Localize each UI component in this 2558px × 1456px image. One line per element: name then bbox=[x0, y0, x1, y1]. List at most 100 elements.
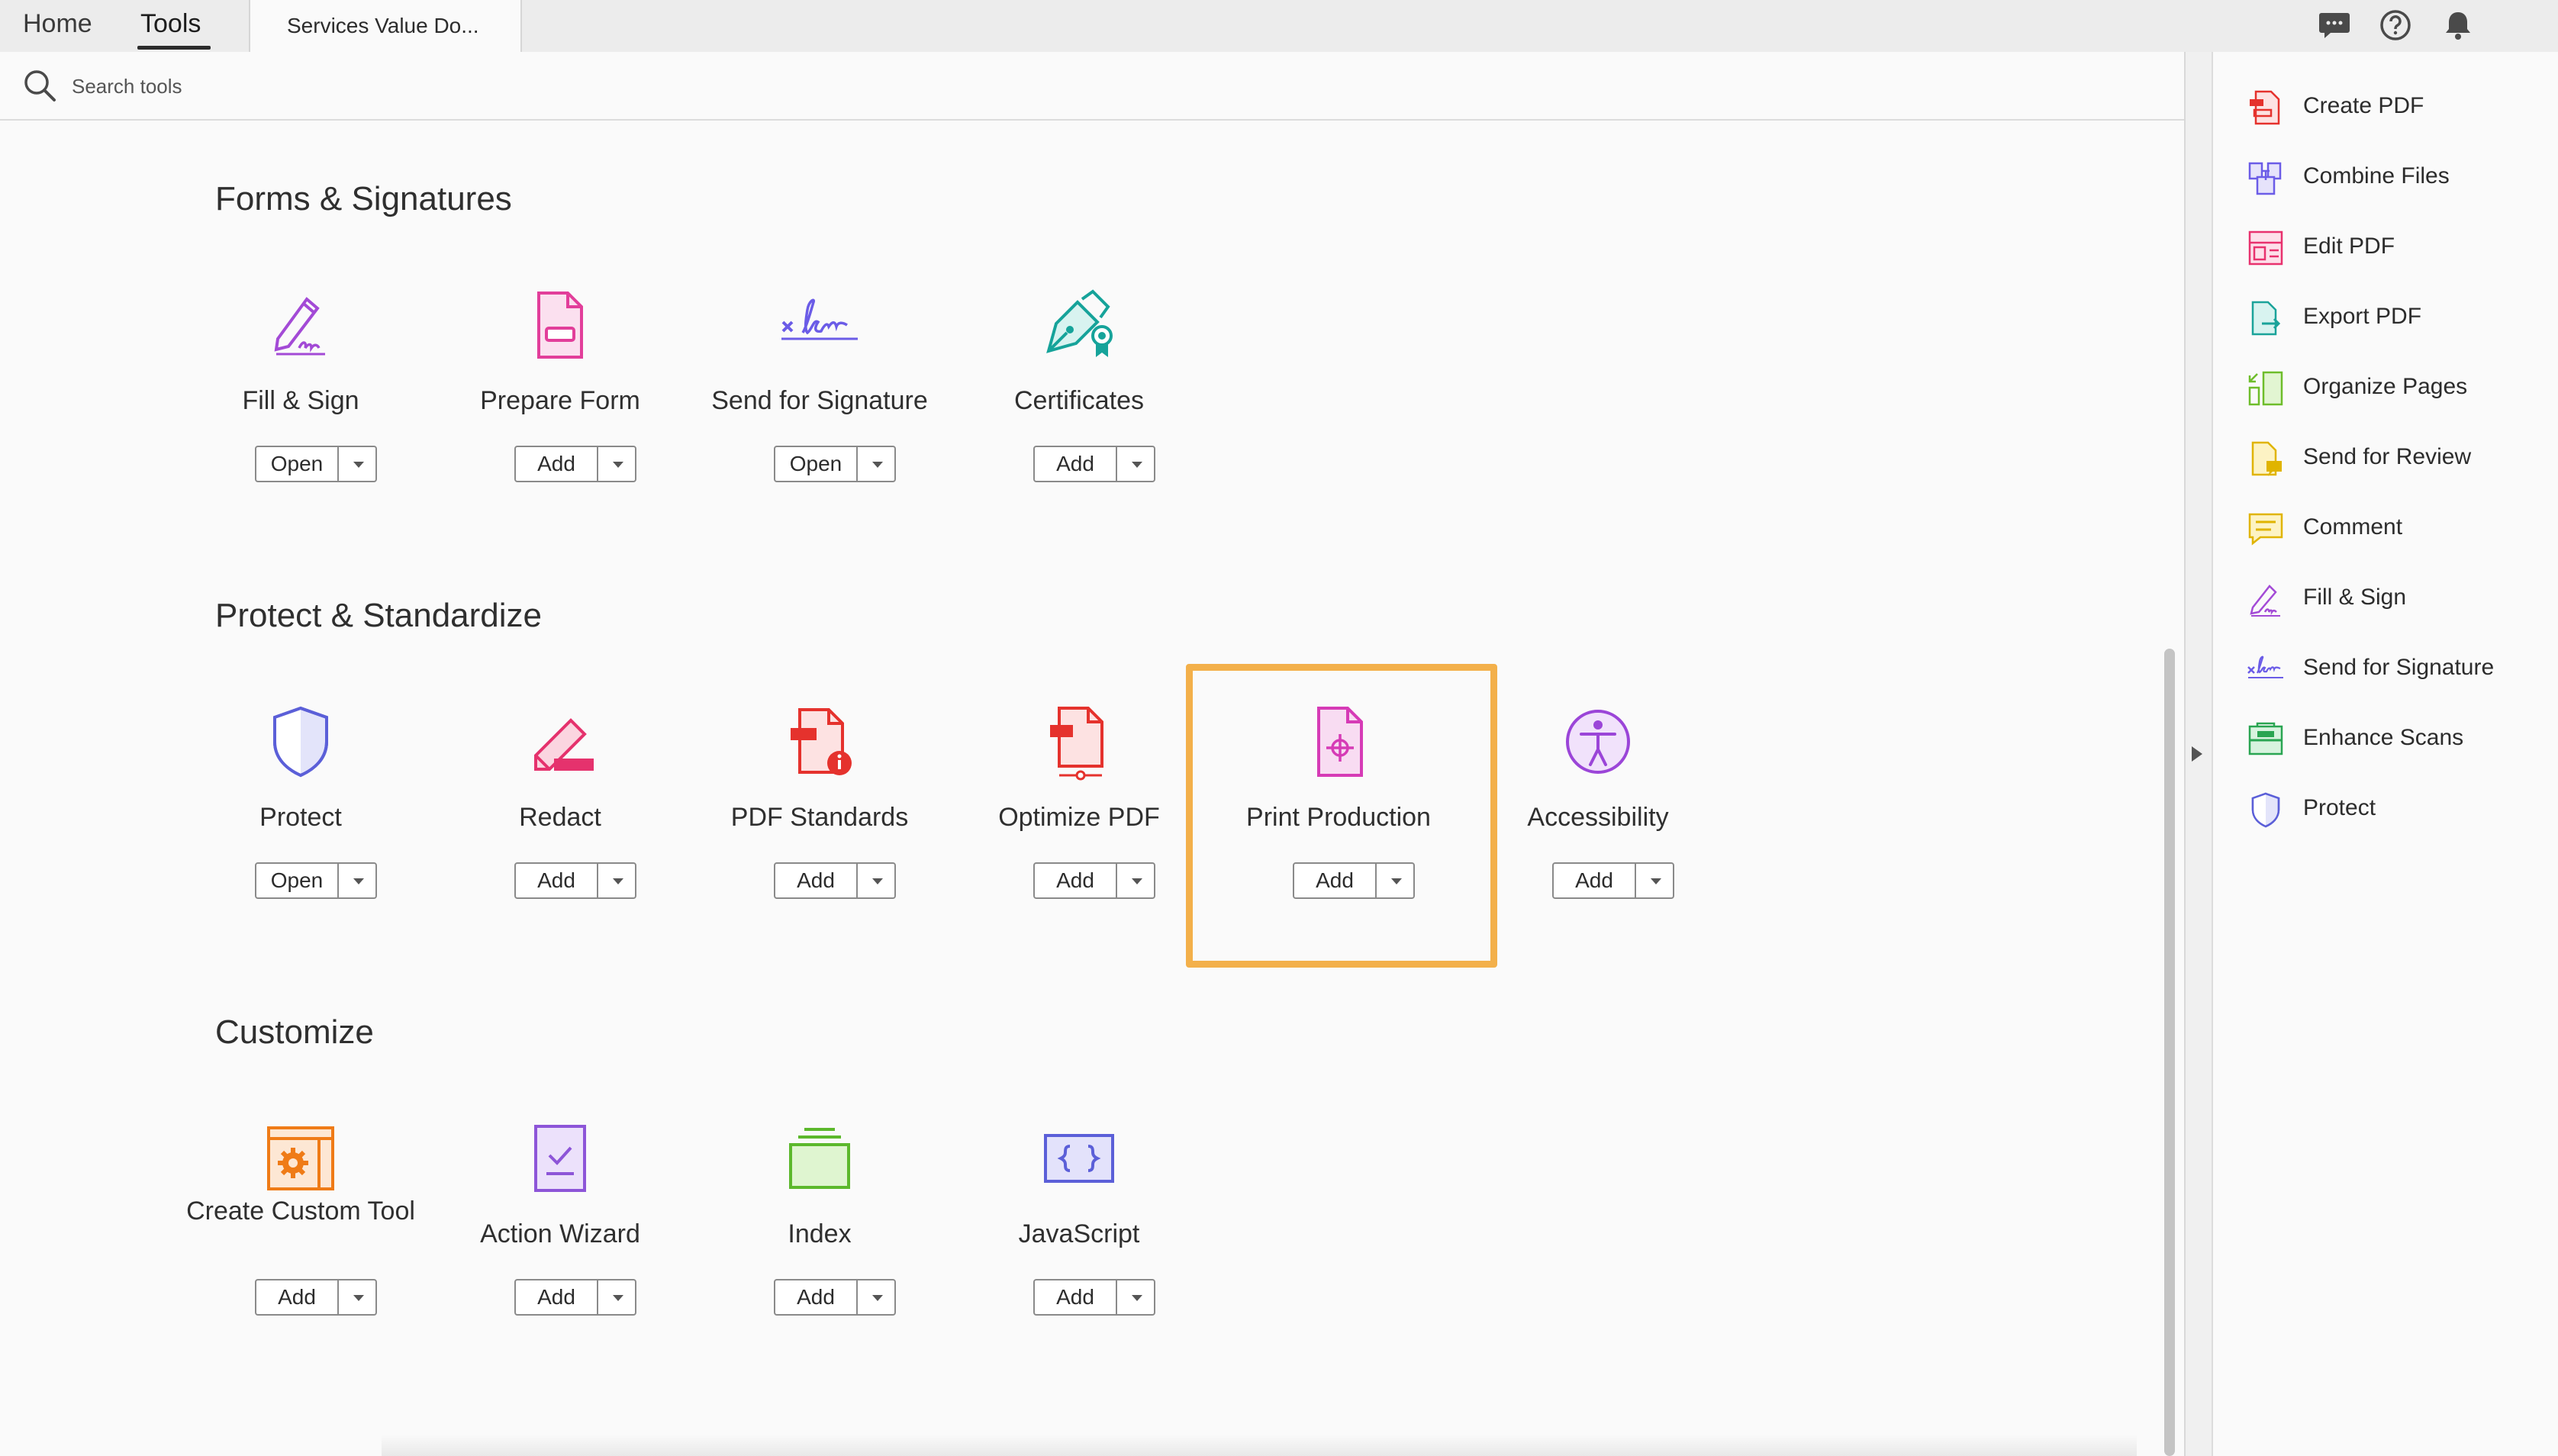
panel-item-export-pdf[interactable]: Export PDF bbox=[2247, 295, 2552, 340]
tool-protect: Protect Open bbox=[171, 702, 430, 954]
chat-icon[interactable] bbox=[2318, 9, 2350, 41]
tool-button-group: Open bbox=[255, 446, 377, 482]
chevron-down-icon[interactable] bbox=[337, 862, 377, 899]
main-scrollbar[interactable] bbox=[2164, 649, 2175, 1456]
panel-item-create-pdf[interactable]: Create PDF bbox=[2247, 84, 2552, 130]
optimize-pdf-icon[interactable] bbox=[1039, 702, 1119, 781]
tools-tab-underline bbox=[137, 46, 211, 50]
panel-item-label: Enhance Scans bbox=[2303, 725, 2464, 750]
panel-item-comment[interactable]: Comment bbox=[2247, 505, 2552, 551]
add-button[interactable]: Add bbox=[774, 1279, 858, 1316]
tool-prepare-form: Prepare Form Add bbox=[430, 285, 690, 537]
tool-pdf-standards: PDF Standards Add bbox=[690, 702, 949, 954]
tool-button-group: Add bbox=[514, 862, 636, 899]
panel-item-protect[interactable]: Protect bbox=[2247, 786, 2552, 832]
tool-send-for-signature: Send for Signature Open bbox=[690, 285, 949, 537]
open-button[interactable]: Open bbox=[255, 446, 339, 482]
panel-item-send-for-review[interactable]: Send for Review bbox=[2247, 435, 2552, 481]
add-button[interactable]: Add bbox=[514, 446, 598, 482]
add-button[interactable]: Add bbox=[1033, 1279, 1117, 1316]
panel-item-combine-files[interactable]: Combine Files bbox=[2247, 154, 2552, 200]
bell-icon[interactable] bbox=[2442, 9, 2474, 41]
tool-name: Certificates bbox=[1013, 386, 1145, 415]
top-bar: Home Tools Services Value Do... bbox=[0, 0, 2558, 53]
chevron-down-icon[interactable] bbox=[597, 1279, 636, 1316]
chevron-down-icon[interactable] bbox=[337, 446, 377, 482]
help-icon[interactable] bbox=[2379, 9, 2411, 41]
open-button[interactable]: Open bbox=[774, 446, 858, 482]
tool-button-group: Add bbox=[774, 862, 896, 899]
chevron-down-icon[interactable] bbox=[1116, 446, 1155, 482]
chevron-down-icon[interactable] bbox=[597, 862, 636, 899]
tool-button-group: Add bbox=[1033, 1279, 1155, 1316]
add-button[interactable]: Add bbox=[1552, 862, 1636, 899]
accessibility-icon[interactable] bbox=[1558, 702, 1638, 781]
action-wizard-icon[interactable] bbox=[520, 1119, 600, 1198]
tool-name: Index bbox=[788, 1219, 852, 1248]
organize-pages-icon bbox=[2248, 371, 2283, 406]
add-button[interactable]: Add bbox=[255, 1279, 339, 1316]
panel-item-label: Export PDF bbox=[2303, 304, 2422, 329]
index-icon[interactable] bbox=[780, 1119, 859, 1198]
chevron-down-icon[interactable] bbox=[597, 446, 636, 482]
comment-icon bbox=[2248, 513, 2283, 546]
protect-icon[interactable] bbox=[261, 702, 340, 781]
prepare-form-icon[interactable] bbox=[520, 285, 600, 365]
panel-item-organize-pages[interactable]: Organize Pages bbox=[2247, 365, 2552, 411]
chevron-down-icon[interactable] bbox=[337, 1279, 377, 1316]
fill-sign-icon[interactable] bbox=[261, 285, 340, 365]
fill-sign-icon bbox=[2250, 585, 2280, 617]
send-review-icon bbox=[2251, 441, 2282, 476]
tool-create-custom-tool: Create Custom Tool Add bbox=[171, 1119, 430, 1371]
section-title-customize: Customize bbox=[215, 1013, 374, 1051]
panel-item-send-for-signature[interactable]: Send for Signature bbox=[2247, 646, 2552, 691]
redact-icon[interactable] bbox=[520, 702, 600, 781]
export-pdf-icon bbox=[2251, 301, 2281, 336]
tool-button-group: Add bbox=[255, 1279, 377, 1316]
section-title-protect: Protect & Standardize bbox=[215, 597, 543, 634]
chevron-down-icon[interactable] bbox=[1116, 1279, 1155, 1316]
panel-item-edit-pdf[interactable]: Edit PDF bbox=[2247, 224, 2552, 270]
expand-arrow-icon[interactable] bbox=[2192, 746, 2202, 762]
javascript-icon[interactable] bbox=[1039, 1119, 1119, 1198]
tool-name: Prepare Form bbox=[480, 386, 640, 415]
add-button[interactable]: Add bbox=[514, 862, 598, 899]
highlight-frame bbox=[1186, 664, 1497, 968]
pdf-standards-icon[interactable] bbox=[780, 702, 859, 781]
panel-item-label: Organize Pages bbox=[2303, 374, 2468, 399]
add-button[interactable]: Add bbox=[1033, 446, 1117, 482]
send-signature-icon bbox=[2247, 656, 2283, 678]
tab-home[interactable]: Home bbox=[23, 0, 92, 50]
chevron-down-icon[interactable] bbox=[856, 446, 896, 482]
enhance-scans-icon bbox=[2248, 722, 2283, 755]
edit-pdf-icon bbox=[2248, 230, 2283, 266]
create-pdf-icon bbox=[2250, 90, 2280, 125]
certificates-icon[interactable] bbox=[1039, 285, 1119, 365]
send-signature-icon[interactable] bbox=[780, 285, 859, 365]
chevron-down-icon[interactable] bbox=[1635, 862, 1674, 899]
tool-button-group: Add bbox=[1033, 862, 1155, 899]
document-tab[interactable]: Services Value Do... bbox=[249, 0, 522, 52]
search-bar bbox=[0, 52, 2184, 121]
tab-tools[interactable]: Tools bbox=[140, 0, 201, 50]
chevron-down-icon[interactable] bbox=[1116, 862, 1155, 899]
search-input[interactable] bbox=[70, 69, 531, 104]
tool-index: Index Add bbox=[690, 1119, 949, 1371]
add-button[interactable]: Add bbox=[514, 1279, 598, 1316]
panel-item-fill-sign[interactable]: Fill & Sign bbox=[2247, 575, 2552, 621]
tool-button-group: Add bbox=[514, 1279, 636, 1316]
tool-optimize-pdf: Optimize PDF Add bbox=[949, 702, 1209, 954]
tool-javascript: JavaScript Add bbox=[949, 1119, 1209, 1371]
open-button[interactable]: Open bbox=[255, 862, 339, 899]
tool-action-wizard: Action Wizard Add bbox=[430, 1119, 690, 1371]
panel-item-label: Comment bbox=[2303, 514, 2403, 540]
combine-files-icon bbox=[2248, 162, 2282, 195]
chevron-down-icon[interactable] bbox=[856, 1279, 896, 1316]
panel-item-enhance-scans[interactable]: Enhance Scans bbox=[2247, 716, 2552, 762]
chevron-down-icon[interactable] bbox=[856, 862, 896, 899]
add-button[interactable]: Add bbox=[774, 862, 858, 899]
panel-item-label: Edit PDF bbox=[2303, 234, 2395, 259]
tool-name: Create Custom Tool bbox=[186, 1197, 415, 1226]
add-button[interactable]: Add bbox=[1033, 862, 1117, 899]
custom-tool-icon[interactable] bbox=[261, 1119, 340, 1198]
